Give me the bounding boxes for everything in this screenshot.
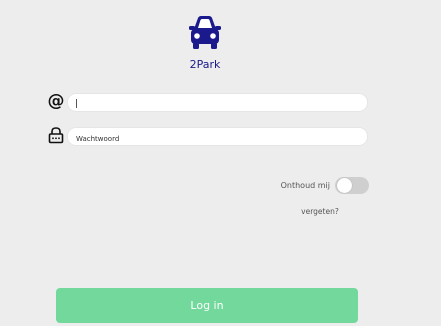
login-screen: 2Park @ Onthoud mij vergeten? Log in — [0, 0, 441, 326]
password-field[interactable] — [68, 130, 367, 148]
remember-me-toggle[interactable] — [335, 177, 369, 194]
remember-me-label: Onthoud mij — [280, 181, 330, 190]
at-sign-icon: @ — [47, 91, 65, 111]
login-button[interactable]: Log in — [56, 288, 358, 323]
app-name: 2Park — [189, 58, 221, 71]
email-field-container[interactable] — [67, 93, 368, 114]
forgot-password-link[interactable]: vergeten? — [290, 207, 350, 216]
text-cursor — [76, 99, 77, 108]
lock-icon — [48, 127, 64, 144]
toggle-knob — [337, 178, 352, 193]
password-field-container[interactable] — [67, 127, 368, 148]
email-field[interactable] — [68, 96, 367, 114]
car-front-icon — [189, 16, 221, 49]
